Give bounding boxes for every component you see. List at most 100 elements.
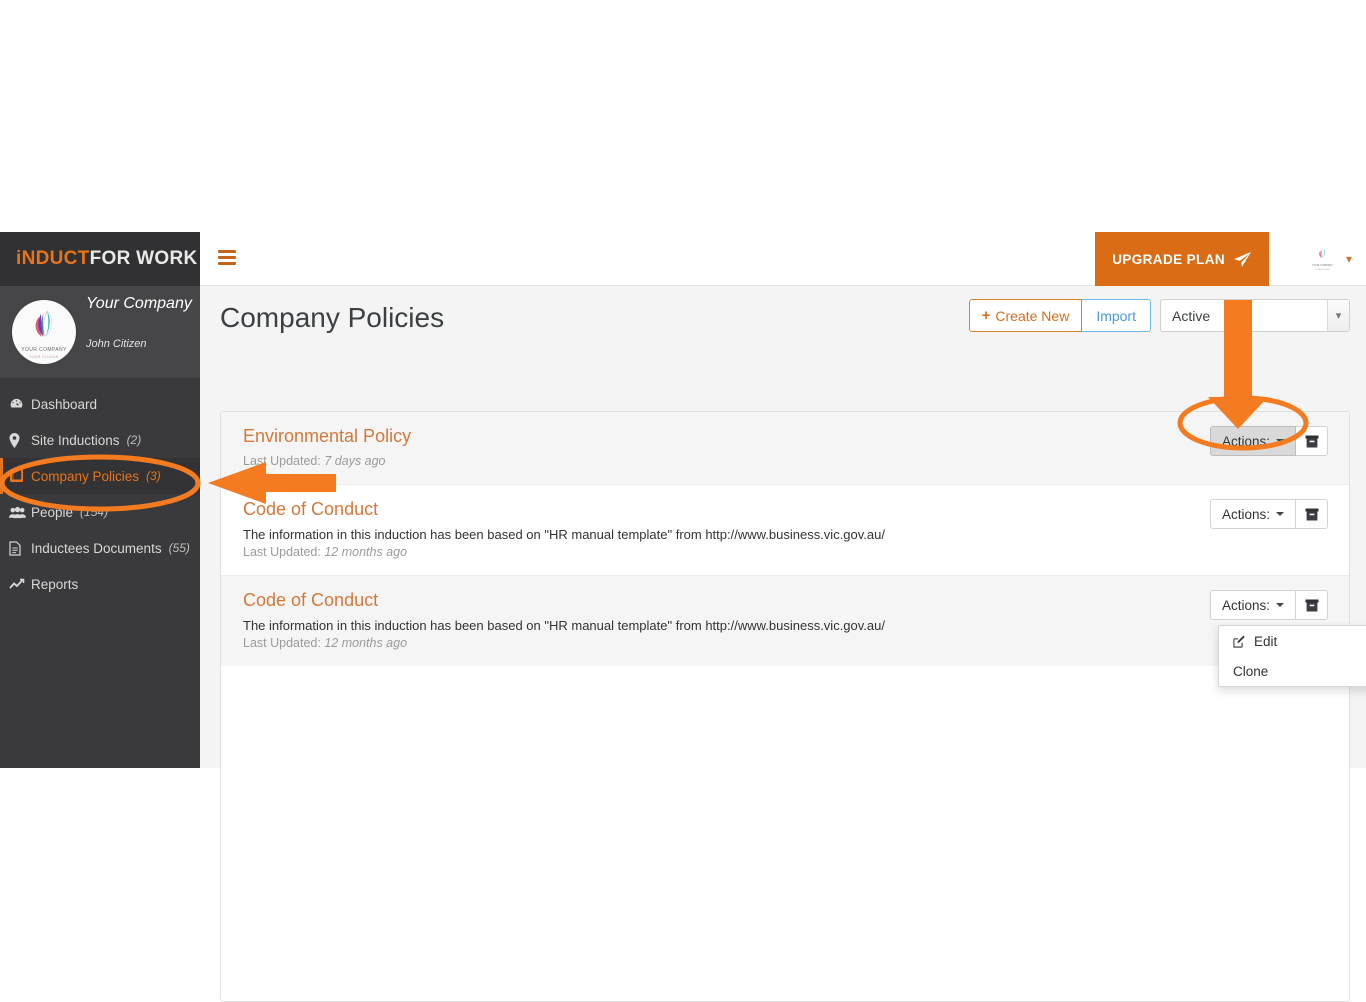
sidebar-item-site-inductions[interactable]: Site Inductions (2) [0, 422, 200, 458]
dashboard-icon [9, 397, 31, 412]
caret-down-icon [1276, 603, 1284, 607]
policy-last-updated-value: 12 months ago [324, 545, 408, 559]
actions-dropdown-button[interactable]: Actions: [1209, 590, 1296, 620]
actions-label: Actions: [1221, 597, 1270, 613]
company-logo-caption: YOUR COMPANY [21, 347, 67, 353]
create-new-button[interactable]: + Create New [968, 299, 1083, 332]
upgrade-plan-button[interactable]: UPGRADE PLAN [1095, 232, 1269, 286]
archive-icon [1305, 435, 1318, 447]
main-content: Company Policies + Create New Import Act… [200, 286, 1366, 1002]
sidebar-item-dashboard[interactable]: Dashboard [0, 386, 200, 422]
profile-block: YOUR COMPANY YOUR SLOGAN Your Company Jo… [0, 286, 200, 378]
status-filter-value: Active [1172, 307, 1211, 324]
policy-title[interactable]: Environmental Policy [243, 426, 1329, 447]
import-button[interactable]: Import [1082, 299, 1151, 332]
policy-last-updated-value: 7 days ago [324, 454, 386, 468]
menu-item-label: Clone [1233, 663, 1269, 679]
archive-button[interactable] [1296, 590, 1328, 620]
sidebar-item-label: Dashboard [31, 396, 98, 412]
caret-down-icon [1276, 512, 1284, 516]
brand-logo-part1: iNDUCT [16, 248, 90, 269]
brand-logo-part2: FOR WORK [89, 248, 198, 269]
sidebar-item-count: (154) [80, 505, 109, 519]
page-title: Company Policies [220, 302, 445, 333]
hamburger-icon[interactable] [218, 250, 236, 269]
policy-row: Code of Conduct The information in this … [221, 484, 1349, 575]
archive-icon [1305, 599, 1318, 611]
sidebar-item-reports[interactable]: Reports [0, 566, 200, 602]
paper-plane-icon [1234, 251, 1251, 267]
actions-dropdown-button[interactable]: Actions: [1209, 499, 1296, 529]
menu-item-label: Edit [1254, 633, 1278, 649]
policy-title[interactable]: Code of Conduct [243, 590, 1329, 611]
book-icon [9, 469, 31, 483]
company-logo-mark [35, 310, 53, 337]
profile-user-name: John Citizen [86, 338, 147, 350]
edit-pencil-icon [1233, 635, 1245, 648]
chevron-down-icon: ▾ [1327, 300, 1349, 331]
avatar: YOUR COMPANY YOUR SLOGAN [12, 300, 76, 364]
sidebar-item-count: (2) [126, 433, 142, 447]
blank-area-above-app [0, 0, 1366, 232]
policy-last-updated-label: Last Updated: [243, 545, 321, 559]
sidebar-item-inductees-documents[interactable]: Inductees Documents (55) [0, 530, 200, 566]
sidebar-item-count: (55) [168, 541, 190, 555]
application-window: iNDUCTFOR WORK YOUR COMPANY YOUR SLOGAN [0, 232, 1366, 1002]
policy-last-updated-label: Last Updated: [243, 636, 321, 650]
plus-icon: + [981, 307, 991, 324]
policy-row: Code of Conduct The information in this … [221, 575, 1349, 666]
policies-panel: Environmental Policy Last Updated: 7 day… [220, 411, 1366, 1002]
toolbar-button-group: + Create New Import [968, 299, 1151, 332]
sidebar-item-label: Company Policies [31, 468, 140, 484]
chevron-down-icon: ▾ [1345, 251, 1352, 266]
create-new-label: Create New [995, 307, 1070, 324]
sidebar-item-people[interactable]: People (154) [0, 494, 200, 530]
user-avatar-mark [1319, 248, 1326, 259]
user-menu[interactable]: YOUR COMPANY YOUR SLOGAN ▾ [1307, 244, 1352, 273]
sidebar-item-company-policies[interactable]: Company Policies (3) [0, 458, 200, 494]
actions-dropdown-button[interactable]: Actions: [1209, 426, 1296, 456]
policy-last-updated-value: 12 months ago [324, 636, 408, 650]
sidebar: iNDUCTFOR WORK YOUR COMPANY YOUR SLOGAN [0, 232, 200, 768]
policy-row-actions: Actions: [1209, 426, 1328, 456]
sidebar-item-label: Reports [31, 576, 79, 592]
menu-item-edit[interactable]: Edit [1219, 626, 1366, 656]
sidebar-item-label: Site Inductions [31, 432, 120, 448]
top-bar: UPGRADE PLAN YOUR COMPANY YOUR SLOGAN ▾ [200, 232, 1366, 286]
policy-title[interactable]: Code of Conduct [243, 499, 1329, 520]
policy-row-actions: Actions: [1209, 590, 1328, 620]
file-icon [9, 540, 31, 556]
sidebar-item-label: Inductees Documents [31, 540, 162, 556]
toolbar: + Create New Import Active ▾ [968, 299, 1350, 332]
user-avatar-slogan: YOUR SLOGAN [1315, 269, 1330, 271]
sidebar-item-count: (3) [146, 469, 161, 483]
caret-down-icon [1276, 439, 1284, 443]
actions-dropdown-menu: Edit Clone [1218, 625, 1366, 687]
sidebar-item-label: People [31, 504, 74, 520]
upgrade-plan-label: UPGRADE PLAN [1112, 251, 1225, 267]
profile-company-name: Your Company [86, 295, 192, 312]
actions-label: Actions: [1221, 506, 1270, 522]
policy-last-updated: Last Updated: 12 months ago [243, 545, 1329, 559]
archive-button[interactable] [1296, 426, 1328, 456]
policy-last-updated: Last Updated: 7 days ago [243, 454, 1329, 468]
policy-last-updated: Last Updated: 12 months ago [243, 636, 1329, 650]
map-marker-icon [9, 432, 31, 448]
menu-item-clone[interactable]: Clone [1219, 656, 1366, 686]
archive-icon [1305, 508, 1318, 520]
brand-logo[interactable]: iNDUCTFOR WORK [0, 232, 200, 286]
policy-row-actions: Actions: [1209, 499, 1328, 529]
company-logo-slogan: YOUR SLOGAN [29, 355, 59, 359]
policy-description: The information in this induction has be… [243, 527, 885, 542]
archive-button[interactable] [1296, 499, 1328, 529]
chart-line-icon [9, 578, 31, 591]
policy-description: The information in this induction has be… [243, 618, 885, 633]
users-icon [9, 506, 31, 519]
user-avatar: YOUR COMPANY YOUR SLOGAN [1307, 244, 1337, 273]
user-avatar-caption: YOUR COMPANY [1311, 264, 1334, 267]
status-filter-select[interactable]: Active ▾ [1160, 299, 1350, 332]
policy-row: Environmental Policy Last Updated: 7 day… [221, 412, 1349, 484]
sidebar-nav: Dashboard Site Inductions (2) Company Po… [0, 378, 200, 602]
actions-label: Actions: [1221, 433, 1270, 449]
policy-last-updated-label: Last Updated: [243, 454, 321, 468]
